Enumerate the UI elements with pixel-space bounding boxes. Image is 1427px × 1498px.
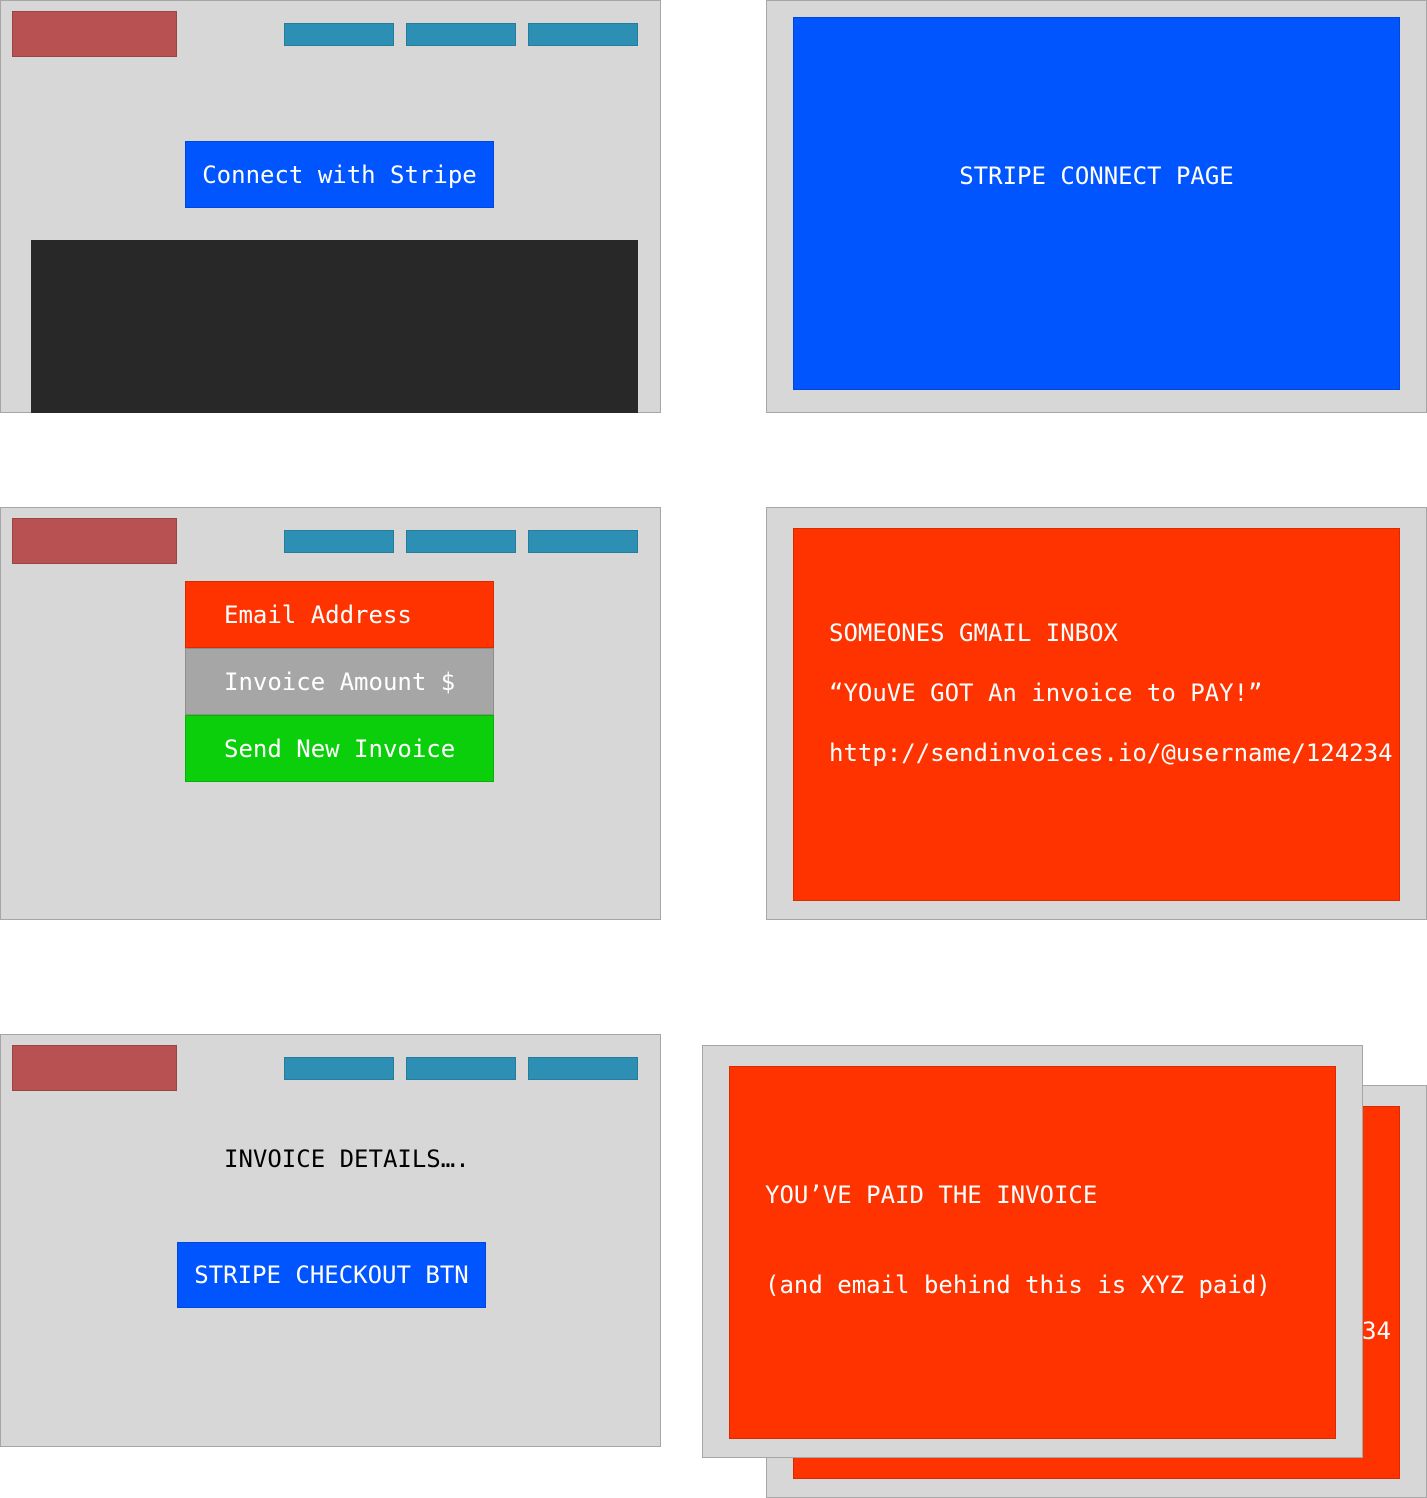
wireframe-new-invoice: Email Address Invoice Amount $ Send New … [0, 507, 661, 920]
nav-button-1[interactable] [284, 1057, 394, 1080]
stripe-checkout-button[interactable]: STRIPE CHECKOUT BTN [177, 1242, 486, 1308]
email-address-field[interactable]: Email Address [185, 581, 494, 648]
nav-button-3[interactable] [528, 530, 638, 553]
inbox-heading: SOMEONES GMAIL INBOX [829, 619, 1118, 647]
dark-content-block [31, 240, 638, 413]
wireframe-gmail-inbox: SOMEONES GMAIL INBOX “YOuVE GOT An invoi… [766, 507, 1427, 920]
nav-button-3[interactable] [528, 1057, 638, 1080]
nav-button-1[interactable] [284, 530, 394, 553]
nav-button-1[interactable] [284, 23, 394, 46]
logo-placeholder[interactable] [12, 11, 177, 57]
email-subject: “YOuVE GOT An invoice to PAY!” [829, 679, 1263, 707]
nav-button-2[interactable] [406, 23, 516, 46]
back-card-link-fragment: 34 [1362, 1317, 1391, 1345]
invoice-amount-field[interactable]: Invoice Amount $ [185, 648, 494, 715]
logo-placeholder[interactable] [12, 1045, 177, 1091]
wireframe-dashboard-connect: Connect with Stripe [0, 0, 661, 413]
wireframe-invoice-paid: YOU’VE PAID THE INVOICE (and email behin… [702, 1045, 1363, 1458]
nav-button-3[interactable] [528, 23, 638, 46]
nav-button-2[interactable] [406, 530, 516, 553]
invoice-paid-screen: YOU’VE PAID THE INVOICE (and email behin… [729, 1066, 1336, 1439]
paid-note: (and email behind this is XYZ paid) [765, 1271, 1271, 1299]
send-new-invoice-button[interactable]: Send New Invoice [185, 715, 494, 782]
stripe-connect-page: STRIPE CONNECT PAGE [793, 17, 1400, 390]
invoice-details-text: INVOICE DETAILS…. [224, 1145, 470, 1173]
stripe-connect-title: STRIPE CONNECT PAGE [959, 162, 1234, 190]
gmail-inbox-screen: SOMEONES GMAIL INBOX “YOuVE GOT An invoi… [793, 528, 1400, 901]
paid-title: YOU’VE PAID THE INVOICE [765, 1181, 1098, 1209]
invoice-link[interactable]: http://sendinvoices.io/@username/124234 [829, 739, 1393, 767]
wireframe-invoice-checkout: INVOICE DETAILS…. STRIPE CHECKOUT BTN [0, 1034, 661, 1447]
wireframe-stripe-connect: STRIPE CONNECT PAGE [766, 0, 1427, 413]
connect-with-stripe-button[interactable]: Connect with Stripe [185, 141, 494, 208]
logo-placeholder[interactable] [12, 518, 177, 564]
nav-button-2[interactable] [406, 1057, 516, 1080]
